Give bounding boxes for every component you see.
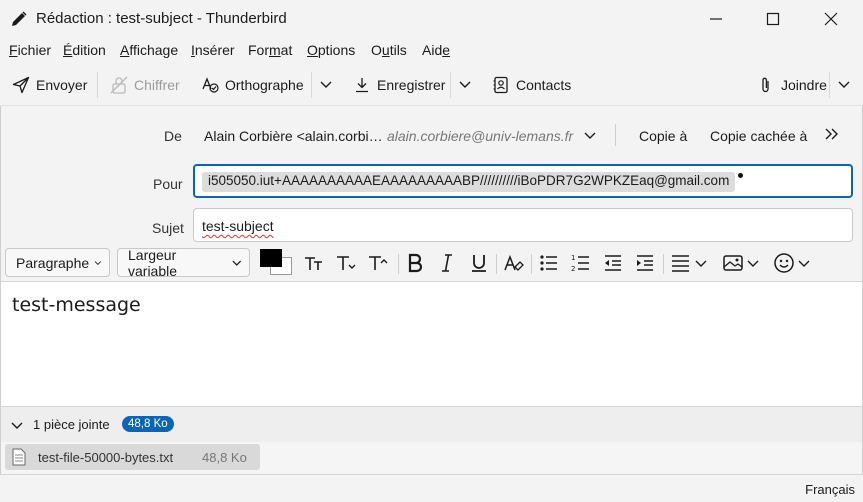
toolbar-separator [97, 72, 98, 98]
menu-aide[interactable]: Aide [422, 42, 450, 58]
compose-toolbar: Envoyer Chiffrer Orthographe Enregistrer… [0, 64, 863, 106]
decrease-font-icon[interactable] [335, 252, 357, 274]
toolbar-separator [311, 72, 312, 98]
italic-icon[interactable] [436, 252, 458, 274]
format-separator [496, 254, 497, 274]
bullet-list-icon[interactable] [538, 252, 560, 274]
menu-format[interactable]: Format [248, 42, 292, 58]
attachment-name: test-file-50000-bytes.txt [38, 450, 174, 465]
format-separator [663, 254, 664, 274]
text-color-swatch[interactable] [260, 249, 282, 267]
window-title: Rédaction : test-subject - Thunderbird [36, 10, 287, 27]
chevron-down-icon[interactable] [796, 255, 812, 271]
to-input[interactable]: i505050.iut+AAAAAAAAAAEAAAAAAAAABP//////… [193, 164, 853, 198]
subject-label: Sujet [152, 220, 184, 236]
send-icon [12, 76, 30, 94]
spellcheck-language[interactable]: Français [805, 482, 855, 497]
chevron-down-icon[interactable] [693, 255, 709, 271]
send-button[interactable]: Envoyer [12, 72, 87, 98]
compose-header: De Alain Corbière <alain.corbi… alain.co… [0, 106, 863, 244]
spellcheck-icon [202, 77, 219, 93]
align-icon[interactable] [670, 252, 692, 274]
spelling-button[interactable]: Orthographe [201, 72, 304, 98]
menu-fichier[interactable]: Fichier [9, 42, 51, 58]
minimize-icon [710, 18, 722, 20]
pencil-icon [12, 11, 27, 26]
subject-input[interactable]: test-subject [193, 208, 853, 242]
format-toolbar: Paragraphe Largeur variable 12 [0, 244, 863, 282]
chevron-down-icon [231, 260, 241, 266]
bcc-button[interactable]: Copie cachée à [710, 128, 807, 144]
chevron-down-icon[interactable] [835, 75, 853, 93]
close-icon [824, 12, 838, 26]
from-label: De [164, 128, 182, 144]
menu-affichage[interactable]: Affichage [120, 42, 178, 58]
maximize-button[interactable] [750, 0, 796, 38]
chevron-down-icon[interactable] [317, 75, 335, 93]
text-file-icon [12, 448, 26, 466]
attach-button[interactable]: Joindre [757, 72, 827, 98]
chevron-down-icon[interactable] [9, 417, 25, 433]
chevron-down-icon [94, 260, 102, 265]
attachment-item[interactable]: test-file-50000-bytes.txt 48,8 Ko [5, 444, 260, 470]
paperclip-icon [762, 77, 769, 93]
close-button[interactable] [808, 0, 854, 38]
recipient-pill[interactable]: i505050.iut+AAAAAAAAAAEAAAAAAAAABP//////… [202, 172, 736, 192]
bold-icon[interactable] [404, 252, 426, 274]
to-label: Pour [153, 176, 183, 192]
lock-disabled-icon [110, 76, 128, 94]
toolbar-separator [450, 72, 451, 98]
attachment-list: test-file-50000-bytes.txt 48,8 Ko [0, 442, 863, 474]
title-bar: Rédaction : test-subject - Thunderbird [0, 0, 863, 38]
save-button[interactable]: Enregistrer [353, 72, 445, 98]
menu-bar: Fichier Édition Affichage Insérer Format… [0, 38, 863, 64]
status-bar: Français [0, 474, 863, 502]
insert-image-icon[interactable] [722, 252, 744, 274]
paragraph-format-select[interactable]: Paragraphe [5, 248, 110, 277]
remove-formatting-icon[interactable] [503, 252, 525, 274]
subject-value: test-subject [202, 218, 274, 234]
input-caret [738, 173, 743, 178]
svg-text:1: 1 [571, 254, 575, 262]
encrypt-button[interactable]: Chiffrer [110, 72, 180, 98]
from-identity[interactable]: Alain Corbière <alain.corbi… [204, 128, 383, 144]
toolbar-separator [829, 72, 830, 98]
chevron-down-icon[interactable] [745, 255, 761, 271]
indent-icon[interactable] [634, 252, 656, 274]
attachment-size: 48,8 Ko [202, 450, 247, 465]
cc-button[interactable]: Copie à [639, 128, 687, 144]
contacts-button[interactable]: Contacts [492, 72, 571, 98]
menu-inserer[interactable]: Insérer [191, 42, 235, 58]
chevron-down-icon[interactable] [456, 75, 474, 93]
chevron-down-icon[interactable] [581, 126, 599, 144]
menu-outils[interactable]: Outils [371, 42, 407, 58]
format-separator [531, 254, 532, 274]
smaller-text-icon[interactable] [303, 252, 325, 274]
menu-edition[interactable]: Édition [63, 42, 106, 58]
underline-icon[interactable] [468, 252, 490, 274]
address-book-icon [493, 76, 508, 94]
svg-text:2: 2 [571, 265, 575, 273]
download-icon [356, 78, 368, 93]
font-select[interactable]: Largeur variable [117, 247, 250, 279]
outdent-icon[interactable] [602, 252, 624, 274]
double-chevron-right-icon[interactable] [823, 125, 841, 143]
numbered-list-icon[interactable]: 12 [570, 252, 592, 274]
attachment-bucket-header[interactable]: 1 pièce jointe 48,8 Ko [0, 406, 863, 442]
increase-font-icon[interactable] [367, 252, 389, 274]
from-email: alain.corbiere@univ-lemans.fr [387, 128, 574, 144]
emoji-icon[interactable] [773, 252, 795, 274]
menu-options[interactable]: Options [307, 42, 355, 58]
header-separator [615, 124, 616, 146]
attachment-size-badge: 48,8 Ko [122, 416, 174, 432]
format-separator [398, 254, 399, 274]
attachment-count: 1 pièce jointe [33, 417, 110, 432]
message-body[interactable]: test-message [0, 282, 863, 406]
message-text: test-message [12, 294, 141, 316]
maximize-icon [766, 12, 780, 26]
minimize-button[interactable] [693, 0, 739, 38]
